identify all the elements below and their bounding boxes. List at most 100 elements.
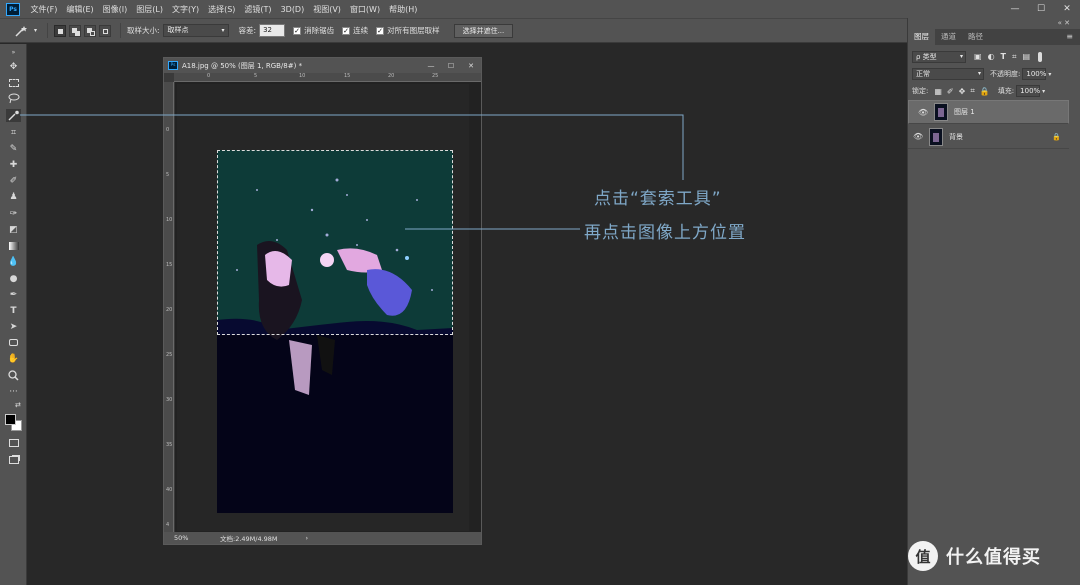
- opacity-chevron-icon[interactable]: ▾: [1048, 71, 1051, 78]
- pen-tool-icon[interactable]: ✒: [6, 288, 21, 301]
- dodge-tool-icon[interactable]: ●: [6, 272, 21, 285]
- menu-select[interactable]: 选择(S): [208, 4, 235, 15]
- healing-brush-icon[interactable]: ✚: [6, 158, 21, 171]
- maximize-button[interactable]: ☐: [1028, 0, 1054, 18]
- menu-filter[interactable]: 滤镜(T): [244, 4, 271, 15]
- menu-view[interactable]: 视图(V): [313, 4, 341, 15]
- ruler-tick: 10: [166, 217, 173, 223]
- hand-tool-icon[interactable]: ✋: [6, 352, 21, 365]
- foreground-color-swatch[interactable]: [5, 414, 16, 425]
- move-tool-icon[interactable]: ✥: [6, 60, 21, 73]
- layer-row-layer1[interactable]: 👁 图层 1: [908, 100, 1069, 124]
- magic-wand-tool-icon[interactable]: [6, 109, 21, 122]
- filter-type-icon[interactable]: T: [1001, 52, 1006, 61]
- marquee-tool-icon[interactable]: [6, 76, 21, 89]
- sample-size-select[interactable]: 取样点 ▾: [162, 24, 229, 37]
- filter-smart-object-icon[interactable]: ▤: [1023, 52, 1031, 61]
- filter-toggle-icon[interactable]: [1038, 51, 1043, 62]
- lock-artboard-icon[interactable]: ⌗: [970, 86, 975, 96]
- filter-adjustment-icon[interactable]: ◐: [988, 52, 995, 61]
- gradient-tool-icon[interactable]: [6, 239, 21, 252]
- chevron-down-icon: ▾: [977, 70, 981, 77]
- crop-tool-icon[interactable]: ⌗: [6, 126, 21, 139]
- zoom-level[interactable]: 50%: [174, 534, 210, 542]
- layer-name[interactable]: 背景: [949, 132, 963, 142]
- tab-channels[interactable]: 通道: [935, 29, 962, 45]
- brush-tool-icon[interactable]: ✐: [6, 174, 21, 187]
- select-and-mask-button[interactable]: 选择并遮住...: [453, 23, 514, 38]
- doc-close-button[interactable]: ✕: [461, 58, 481, 73]
- shape-tool-icon[interactable]: [6, 336, 21, 349]
- history-brush-icon[interactable]: ✑: [6, 207, 21, 220]
- close-button[interactable]: ✕: [1054, 0, 1080, 18]
- lock-transparency-icon[interactable]: ▦: [934, 87, 942, 96]
- divider: [47, 23, 49, 38]
- menu-help[interactable]: 帮助(H): [389, 4, 417, 15]
- ruler-tick: 4: [166, 522, 170, 528]
- minimize-button[interactable]: —: [1002, 0, 1028, 18]
- document-title: A18.jpg @ 50% (图层 1, RGB/8#) *: [182, 61, 303, 70]
- annotation-click-lasso: 点击“套索工具”: [594, 189, 722, 209]
- lock-icon: 🔒: [1052, 132, 1061, 141]
- path-selection-icon[interactable]: ➤: [6, 320, 21, 333]
- layer-name[interactable]: 图层 1: [954, 107, 975, 118]
- tab-layers[interactable]: 图层: [908, 29, 935, 45]
- status-menu-arrow-icon[interactable]: ›: [306, 534, 309, 542]
- canvas-area[interactable]: [175, 82, 481, 532]
- photoshop-app-icon[interactable]: Ps: [6, 2, 20, 16]
- layer-row-background[interactable]: 👁 背景 🔒: [908, 125, 1069, 149]
- quick-mask-icon[interactable]: [6, 436, 21, 449]
- antialias-checkbox[interactable]: ✓: [293, 26, 302, 35]
- collapse-chevron-icon[interactable]: »: [6, 46, 21, 59]
- menu-image[interactable]: 图像(I): [103, 4, 128, 15]
- filter-pixel-icon[interactable]: ▣: [974, 52, 982, 61]
- add-selection-button[interactable]: [69, 24, 82, 37]
- tools-panel: » ✥ ⌗ ✎ ✚ ✐ ♟ ✑ ◩ 💧 ● ✒ T ➤ ✋ ··· ⇄: [0, 44, 27, 585]
- menu-window[interactable]: 窗口(W): [350, 4, 380, 15]
- fill-input[interactable]: 100%: [1016, 85, 1040, 97]
- menu-3d[interactable]: 3D(D): [281, 5, 305, 14]
- contiguous-checkbox[interactable]: ✓: [342, 26, 351, 35]
- panel-menu-icon[interactable]: ≡: [1066, 29, 1073, 45]
- filter-shape-icon[interactable]: ⌗: [1012, 52, 1017, 62]
- intersect-selection-button[interactable]: [99, 24, 112, 37]
- menu-layer[interactable]: 图层(L): [136, 4, 163, 15]
- more-tools-icon[interactable]: ···: [6, 385, 21, 398]
- lock-image-icon[interactable]: ✐: [947, 87, 954, 96]
- document-window: Ps A18.jpg @ 50% (图层 1, RGB/8#) * — ☐ ✕ …: [163, 57, 482, 545]
- new-selection-button[interactable]: [54, 24, 67, 37]
- menu-type[interactable]: 文字(Y): [172, 4, 199, 15]
- stamp-tool-icon[interactable]: ♟: [6, 190, 21, 203]
- doc-minimize-button[interactable]: —: [421, 58, 441, 73]
- panel-collapse-icon[interactable]: « ✕: [1058, 19, 1070, 27]
- lasso-tool-icon[interactable]: [6, 92, 21, 105]
- artwork-image[interactable]: [217, 150, 453, 513]
- fill-chevron-icon[interactable]: ▾: [1042, 88, 1045, 95]
- screen-mode-icon[interactable]: [6, 453, 21, 466]
- eyedropper-tool-icon[interactable]: ✎: [6, 142, 21, 155]
- visibility-eye-icon[interactable]: 👁: [918, 107, 930, 118]
- lock-all-icon[interactable]: 🔒: [980, 87, 990, 96]
- doc-maximize-button[interactable]: ☐: [441, 58, 461, 73]
- document-tab[interactable]: Ps A18.jpg @ 50% (图层 1, RGB/8#) * — ☐ ✕: [164, 58, 481, 73]
- tab-paths[interactable]: 路径: [962, 29, 989, 45]
- opacity-input[interactable]: 100%: [1022, 68, 1046, 80]
- visibility-eye-icon[interactable]: 👁: [913, 132, 925, 141]
- subtract-selection-button[interactable]: [84, 24, 97, 37]
- eraser-tool-icon[interactable]: ◩: [6, 223, 21, 236]
- blur-tool-icon[interactable]: 💧: [6, 255, 21, 268]
- zoom-tool-icon[interactable]: [6, 369, 21, 382]
- swap-colors-icon[interactable]: ⇄: [15, 401, 21, 409]
- menu-file[interactable]: 文件(F): [31, 4, 58, 15]
- document-window-controls: — ☐ ✕: [421, 58, 481, 73]
- divider: [120, 23, 122, 38]
- magic-wand-icon[interactable]: [14, 25, 34, 37]
- tool-preset-chevron-icon[interactable]: ▾: [34, 27, 37, 34]
- menu-edit[interactable]: 编辑(E): [66, 4, 93, 15]
- lock-position-icon[interactable]: ✥: [959, 87, 966, 96]
- all-layers-checkbox[interactable]: ✓: [376, 26, 385, 35]
- type-tool-icon[interactable]: T: [6, 304, 21, 317]
- tolerance-input[interactable]: 32: [259, 24, 286, 37]
- blend-mode-select[interactable]: 正常 ▾: [912, 68, 984, 80]
- layer-filter-select[interactable]: ρ 类型 ▾: [912, 50, 966, 63]
